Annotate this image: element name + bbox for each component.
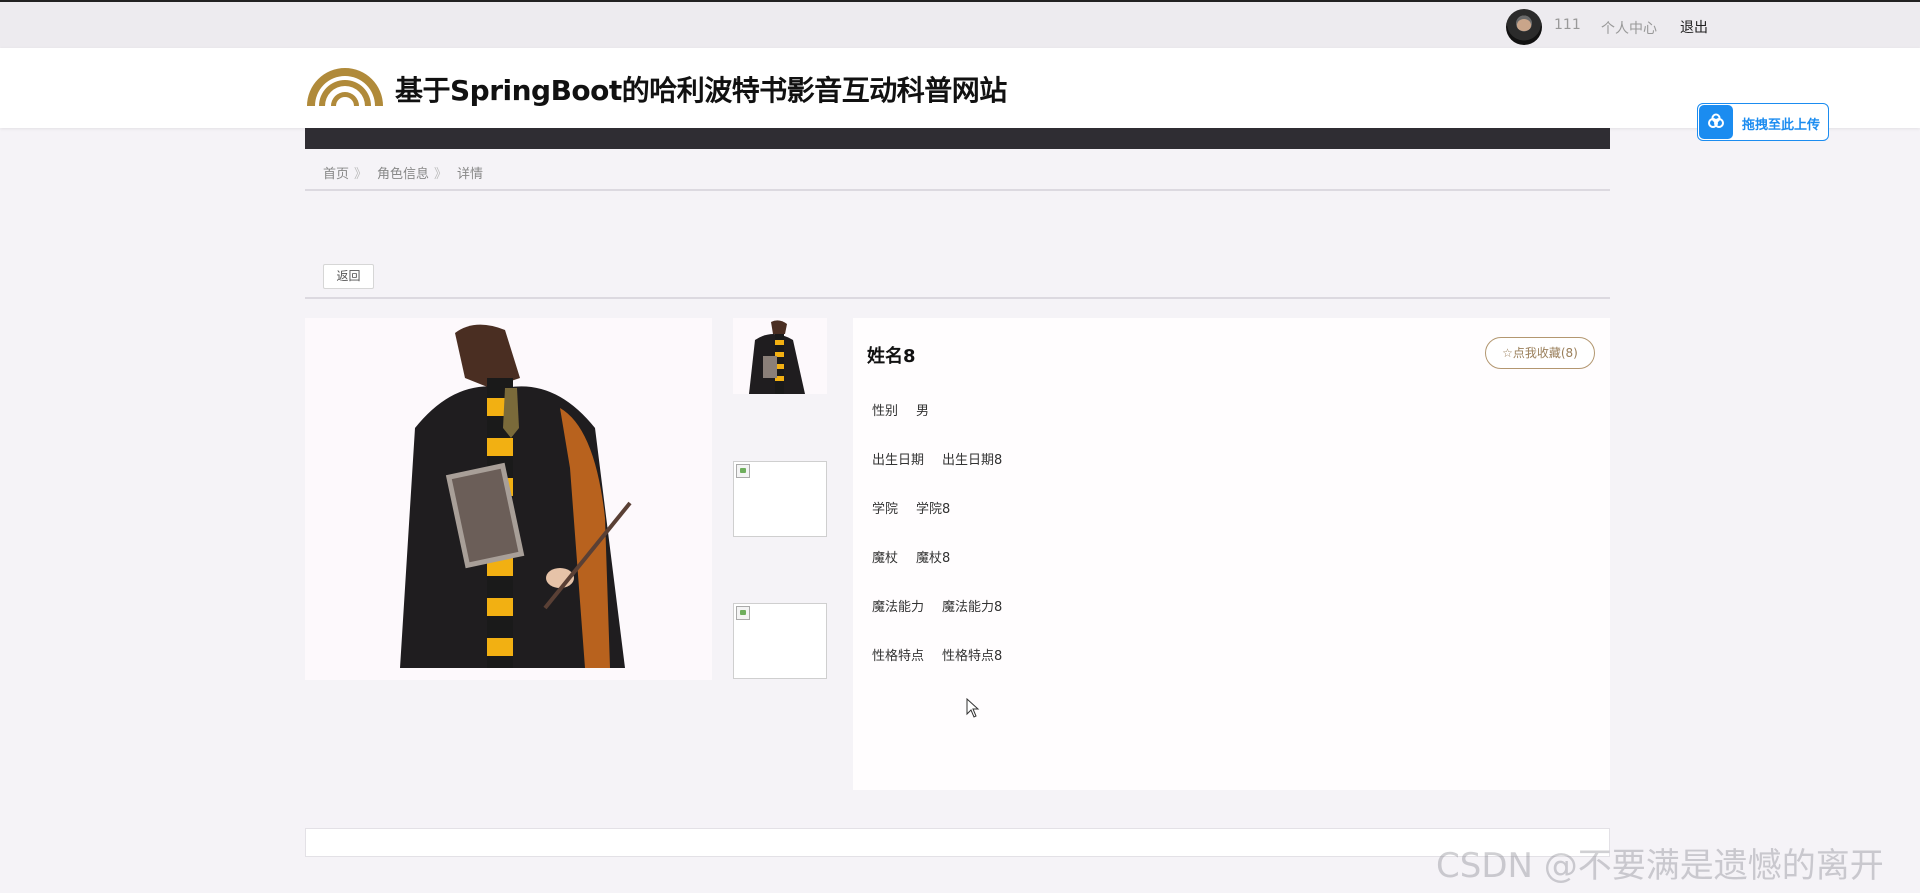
divider — [305, 297, 1610, 299]
field-label: 魔法能力 — [872, 600, 925, 615]
main-character-image[interactable] — [305, 318, 712, 680]
field-value: 魔法能力8 — [942, 600, 1003, 615]
field-label: 性格特点 — [872, 649, 925, 664]
banner-strip — [305, 128, 1610, 149]
upload-label: 拖拽至此上传 — [1742, 118, 1821, 133]
field-personality: 性格特点 性格特点8 — [872, 645, 1002, 664]
personal-center-link[interactable]: 个人中心 — [1601, 18, 1657, 38]
field-value: 性格特点8 — [942, 649, 1003, 664]
field-label: 出生日期 — [872, 453, 925, 468]
field-value: 学院8 — [916, 502, 951, 517]
username[interactable]: 111 — [1554, 17, 1581, 33]
site-title: 基于SpringBoot的哈利波特书影音互动科普网站 — [395, 74, 1007, 107]
thumbnail-3[interactable] — [733, 603, 827, 679]
avatar[interactable] — [1506, 9, 1542, 45]
drag-upload-widget[interactable]: 拖拽至此上传 — [1697, 103, 1829, 141]
account-bar: 111 个人中心 退出 — [0, 0, 1920, 48]
field-value: 出生日期8 — [942, 453, 1003, 468]
broken-image-icon — [736, 464, 750, 478]
breadcrumb-detail: 详情 — [457, 167, 484, 182]
site-header: 基于SpringBoot的哈利波特书影音互动科普网站 — [0, 48, 1920, 128]
field-magic-ability: 魔法能力 魔法能力8 — [872, 596, 1002, 615]
back-button[interactable]: 返回 — [323, 264, 374, 289]
field-value: 魔杖8 — [916, 551, 951, 566]
field-label: 学院 — [872, 502, 899, 517]
breadcrumb-separator: 》 — [354, 167, 368, 182]
favorite-button[interactable]: ☆点我收藏(8) — [1485, 337, 1595, 369]
mouse-cursor-icon — [966, 698, 980, 718]
broken-image-icon — [736, 606, 750, 620]
field-wand: 魔杖 魔杖8 — [872, 547, 950, 566]
character-name: 姓名8 — [867, 346, 916, 367]
thumbnail-2[interactable] — [733, 461, 827, 537]
breadcrumb-role-info[interactable]: 角色信息 — [377, 163, 429, 182]
breadcrumb-separator: 》 — [434, 167, 448, 182]
field-label: 魔杖 — [872, 551, 899, 566]
field-gender: 性别 男 — [872, 400, 929, 419]
thumbnail-1[interactable] — [733, 318, 827, 394]
breadcrumb: 首页 》 角色信息 》 详情 — [305, 149, 1610, 191]
cloud-icon — [1699, 105, 1733, 139]
field-house: 学院 学院8 — [872, 498, 950, 517]
breadcrumb-home[interactable]: 首页 — [323, 163, 349, 182]
field-birth-date: 出生日期 出生日期8 — [872, 449, 1002, 468]
watermark: CSDN @不要满是遗憾的离开 — [1436, 846, 1884, 886]
field-value: 男 — [916, 404, 930, 419]
field-label: 性别 — [872, 404, 899, 419]
logout-link[interactable]: 退出 — [1680, 17, 1708, 37]
character-info-panel: 姓名8 ☆点我收藏(8) 性别 男 出生日期 出生日期8 学院 学院8 魔杖 魔杖8 魔… — [853, 318, 1610, 790]
site-logo — [307, 68, 383, 106]
footer-bar — [305, 828, 1610, 857]
